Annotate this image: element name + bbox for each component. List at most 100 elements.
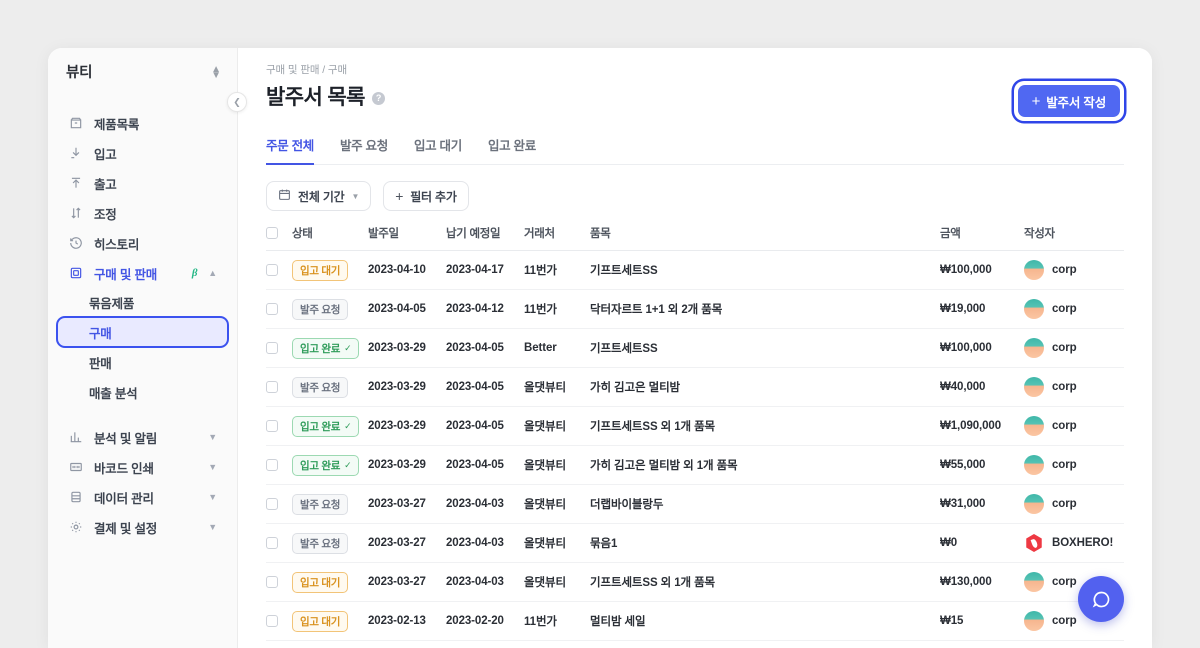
sidebar-item-label: 조정 [94,204,217,223]
avatar [1024,455,1044,475]
table-row[interactable]: 발주 요청2023-03-292023-04-05올댓뷰티가히 김고은 멀티밤₩… [266,368,1124,407]
select-all-checkbox[interactable] [266,227,278,239]
table-row[interactable]: 입고 완료✓2023-03-292023-04-05올댓뷰티가히 김고은 멀티밤… [266,446,1124,485]
sidebar-item-adjust[interactable]: 조정 [58,198,227,228]
row-checkbox[interactable] [266,576,278,588]
row-checkbox[interactable] [266,615,278,627]
chevron-down-icon[interactable]: ▼ [208,522,217,532]
page-title-text: 발주서 목록 [266,81,365,111]
table-row[interactable]: 발주 요청2023-03-272023-04-03올댓뷰티묶음1₩0BOXHER… [266,524,1124,563]
author-name: corp [1052,615,1077,627]
sidebar-item-outbound[interactable]: 출고 [58,168,227,198]
avatar [1024,416,1044,436]
col-author[interactable]: 작성자 [1024,225,1124,251]
col-vendor[interactable]: 거래처 [524,225,590,251]
row-checkbox[interactable] [266,303,278,315]
item-cell: 멀티밤 세일 [590,602,940,641]
table-row[interactable]: 입고 대기2023-03-272023-04-03올댓뷰티기프트세트SS 외 1… [266,563,1124,602]
row-checkbox[interactable] [266,420,278,432]
status-cell: 입고 대기 [292,563,368,602]
amount-cell: ₩100,000 [940,251,1024,290]
sidebar-item-bundle-products[interactable]: 묶음제품 [58,288,227,316]
col-status[interactable]: 상태 [292,225,368,251]
sub-item-label: 묶음제품 [89,293,134,312]
history-icon [68,236,83,251]
tab-label: 주문 전체 [266,139,314,153]
order-date-cell: 2023-03-29 [368,329,446,368]
table-row[interactable]: 입고 완료✓2023-03-292023-04-05Better기프트세트SS₩… [266,329,1124,368]
arrow-up-from-line-icon [68,176,83,191]
status-badge: 입고 대기 [292,611,348,632]
sidebar-item-sales-analysis[interactable]: 매출 분석 [58,378,227,406]
vendor-cell: 11번가 [524,602,590,641]
help-chat-button[interactable] [1078,576,1124,622]
table-row[interactable]: 입고 대기2023-02-132023-02-2011번가멀티밤 세일₩15co… [266,602,1124,641]
chevron-down-icon[interactable]: ▼ [208,462,217,472]
chevron-down-icon[interactable]: ▼ [208,432,217,442]
sidebar-item-label: 입고 [94,144,217,163]
status-cell: 입고 완료✓ [292,329,368,368]
due-date-cell: 2023-04-03 [446,485,524,524]
sidebar-item-history[interactable]: 히스토리 [58,228,227,258]
col-order-date[interactable]: 발주일 [368,225,446,251]
create-purchase-order-button[interactable]: + 발주서 작성 [1018,85,1120,117]
sidebar-item-barcode[interactable]: 바코드 인쇄 ▼ [58,452,227,482]
table-row[interactable]: 입고 대기2023-04-102023-04-1711번가기프트세트SS₩100… [266,251,1124,290]
item-cell: 기프트세트SS [590,329,940,368]
chevron-down-icon[interactable]: ▼ [208,492,217,502]
add-filter-button[interactable]: + 필터 추가 [383,181,468,211]
row-checkbox[interactable] [266,381,278,393]
sidebar-item-products[interactable]: 제품목록 [58,108,227,138]
row-checkbox[interactable] [266,459,278,471]
tab-order-request[interactable]: 발주 요청 [340,135,388,165]
col-due-date[interactable]: 납기 예정일 [446,225,524,251]
table-row[interactable]: 발주 요청2023-03-272023-04-03올댓뷰티더랩바이블랑두₩31,… [266,485,1124,524]
sub-item-label: 판매 [89,353,112,372]
status-badge-label: 입고 완료 [300,458,340,473]
date-range-label: 전체 기간 [298,188,345,205]
row-checkbox[interactable] [266,498,278,510]
sidebar-item-data[interactable]: 데이터 관리 ▼ [58,482,227,512]
orders-table: 상태 발주일 납기 예정일 거래처 품목 금액 작성자 입고 대기2023-04… [266,225,1124,641]
tab-awaiting-receipt[interactable]: 입고 대기 [414,135,462,165]
item-cell: 가히 김고은 멀티밤 외 1개 품목 [590,446,940,485]
boxhero-logo-icon [1024,533,1044,553]
sidebar-item-sales[interactable]: 판매 [58,348,227,376]
row-checkbox[interactable] [266,537,278,549]
col-item[interactable]: 품목 [590,225,940,251]
workspace-switcher[interactable]: 뷰티 ▲▼ [48,48,237,94]
row-checkbox[interactable] [266,342,278,354]
status-badge: 입고 완료✓ [292,338,359,359]
sidebar-item-analytics[interactable]: 분석 및 알림 ▼ [58,422,227,452]
sidebar-item-inbound[interactable]: 입고 [58,138,227,168]
col-amount[interactable]: 금액 [940,225,1024,251]
tab-received[interactable]: 입고 완료 [488,135,536,165]
row-checkbox[interactable] [266,264,278,276]
sidebar-subnav: 묶음제품 구매 판매 매출 분석 [48,288,237,406]
sidebar-item-billing-settings[interactable]: 결제 및 설정 ▼ [58,512,227,542]
sub-item-label: 매출 분석 [89,383,137,402]
due-date-cell: 2023-04-17 [446,251,524,290]
sidebar-item-purchase[interactable]: 구매 [58,318,227,346]
vendor-cell: 올댓뷰티 [524,407,590,446]
date-range-filter[interactable]: 전체 기간 ▼ [266,181,371,211]
up-down-chevron-icon[interactable]: ▲▼ [211,65,221,77]
tab-all-orders[interactable]: 주문 전체 [266,135,314,165]
item-cell: 닥터자르트 1+1 외 2개 품목 [590,290,940,329]
author-name: BOXHERO! [1052,537,1113,549]
question-mark-icon[interactable]: ? [372,92,385,105]
sidebar-item-purchase-sales[interactable]: 구매 및 판매 β ▲ [58,258,227,288]
table-head: 상태 발주일 납기 예정일 거래처 품목 금액 작성자 [266,225,1124,251]
row-select-cell [266,524,292,563]
amount-cell: ₩130,000 [940,563,1024,602]
table-row[interactable]: 발주 요청2023-04-052023-04-1211번가닥터자르트 1+1 외… [266,290,1124,329]
status-cell: 발주 요청 [292,368,368,407]
chevron-up-icon[interactable]: ▲ [208,268,217,278]
author-cell: BOXHERO! [1024,524,1124,563]
order-date-cell: 2023-04-05 [368,290,446,329]
chevron-left-icon[interactable]: ❮ [227,92,247,112]
due-date-cell: 2023-04-03 [446,563,524,602]
author-name: corp [1052,303,1077,315]
item-cell: 기프트세트SS 외 1개 품목 [590,407,940,446]
table-row[interactable]: 입고 완료✓2023-03-292023-04-05올댓뷰티기프트세트SS 외 … [266,407,1124,446]
